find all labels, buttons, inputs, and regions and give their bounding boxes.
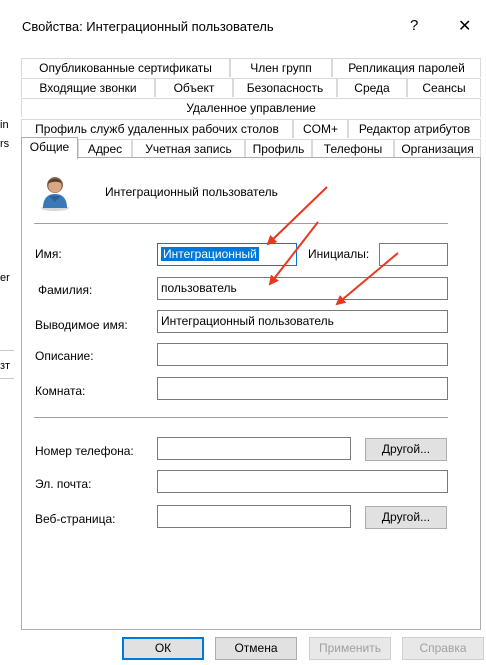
annotation-arrow <box>268 221 319 286</box>
annotation-arrows <box>266 186 399 306</box>
annotation-arrow <box>266 186 328 246</box>
tab-general[interactable]: Общие <box>21 137 78 159</box>
annotation-arrow <box>335 252 399 306</box>
